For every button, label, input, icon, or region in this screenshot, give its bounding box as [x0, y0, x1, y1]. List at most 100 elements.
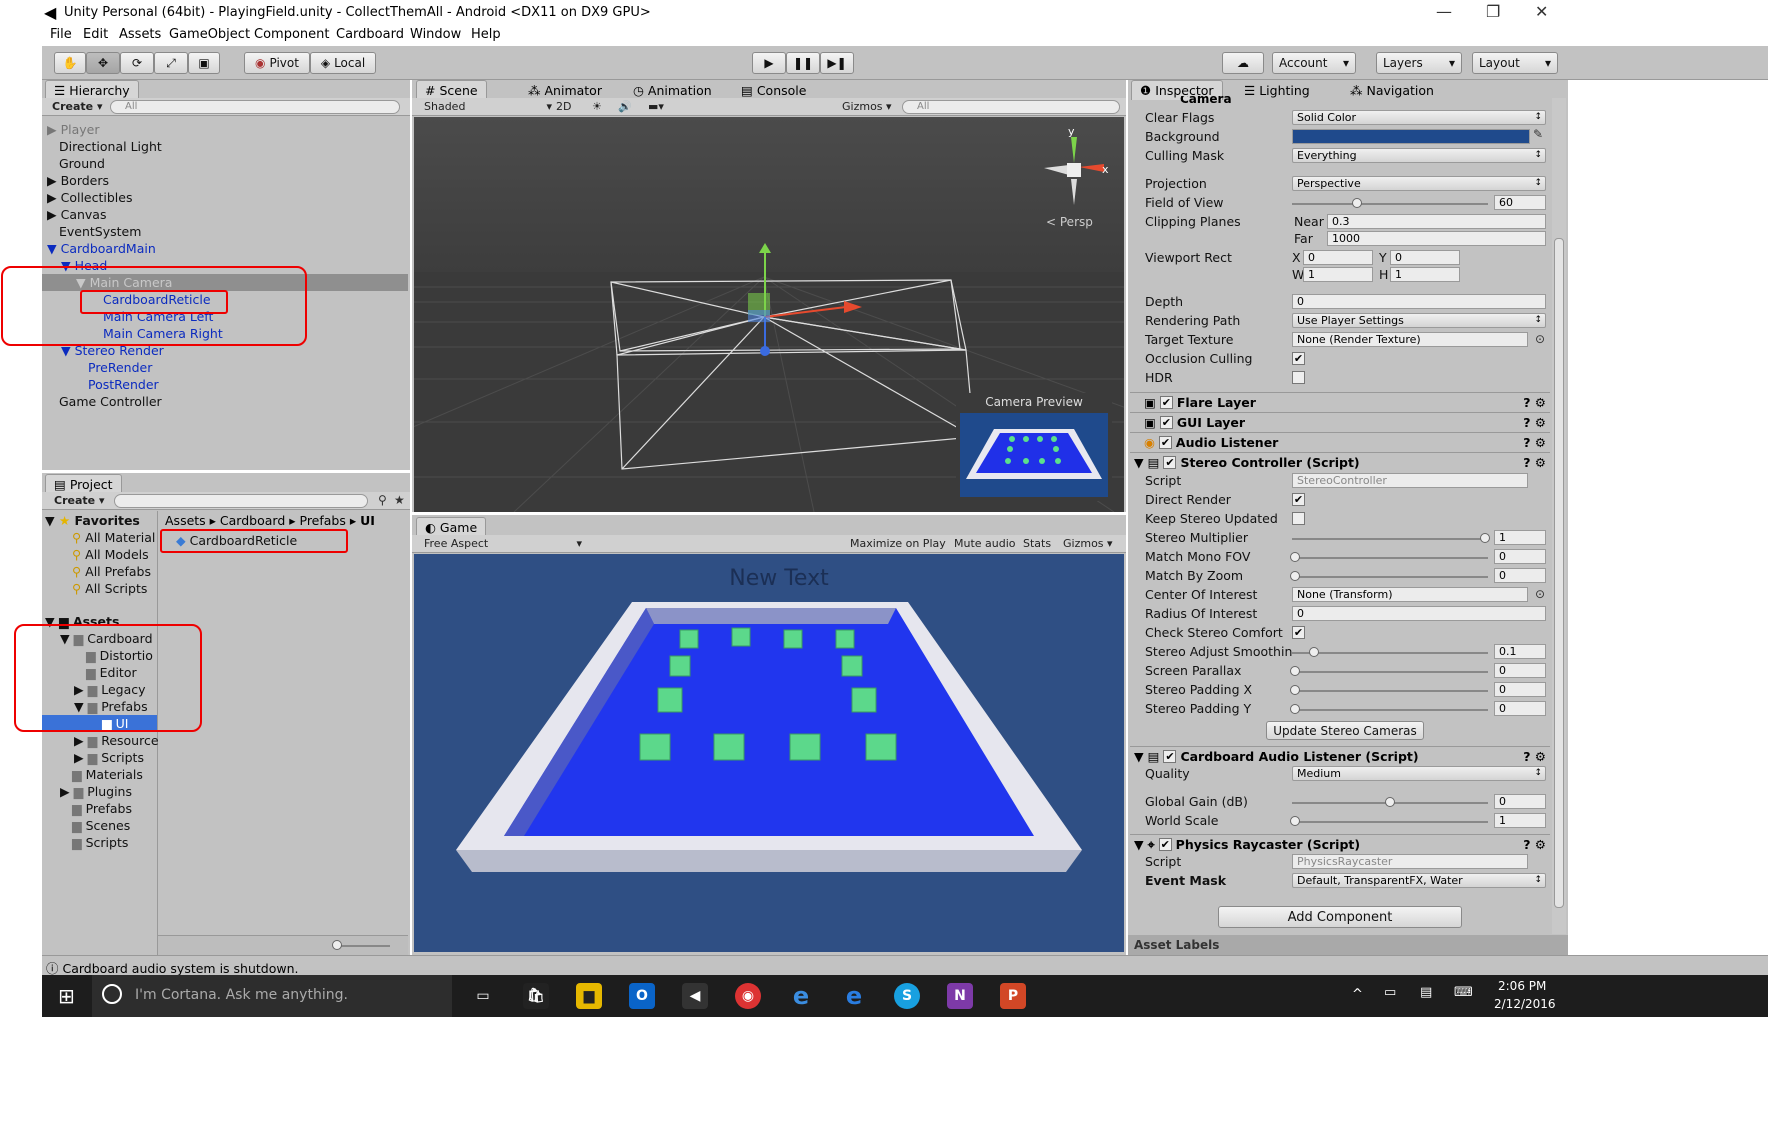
- tab-scene[interactable]: # Scene: [416, 80, 487, 100]
- folder-scripts-root[interactable]: ▆ Scripts: [72, 835, 128, 850]
- favorite-item[interactable]: ⚲ All Prefabs: [72, 564, 151, 579]
- gear-icon[interactable]: ? ⚙: [1523, 455, 1546, 470]
- internet-explorer-icon[interactable]: e: [788, 982, 814, 1010]
- physics-raycaster-checkbox[interactable]: ✔: [1158, 838, 1172, 851]
- menu-gameobject[interactable]: GameObject: [169, 27, 250, 42]
- near-input[interactable]: 0.3: [1327, 214, 1546, 229]
- direct-render-checkbox[interactable]: ✔: [1292, 493, 1305, 506]
- close-icon[interactable]: ✕: [1535, 2, 1548, 21]
- layout-dropdown[interactable]: Layout ▾: [1472, 52, 1558, 74]
- hierarchy-item-ground[interactable]: Ground: [59, 156, 105, 171]
- clear-flags-dropdown[interactable]: Solid Color: [1292, 110, 1546, 125]
- menu-edit[interactable]: Edit: [83, 27, 108, 42]
- viewport-y-input[interactable]: 0: [1390, 250, 1460, 265]
- file-explorer-icon[interactable]: ▆: [576, 983, 602, 1009]
- scene-gizmos-dropdown[interactable]: Gizmos ▾: [842, 100, 892, 113]
- physics-raycaster-header[interactable]: ▼ ⌖ ✔ Physics Raycaster (Script)? ⚙: [1130, 834, 1550, 854]
- unity-icon[interactable]: ◀: [682, 983, 708, 1009]
- inspector-scrollbar[interactable]: [1552, 98, 1566, 934]
- world-scale-slider[interactable]: [1290, 816, 1300, 826]
- check-stereo-comfort-checkbox[interactable]: ✔: [1292, 626, 1305, 639]
- occlusion-culling-checkbox[interactable]: ✔: [1292, 352, 1305, 365]
- tab-console[interactable]: ▤ Console: [733, 80, 814, 100]
- menu-help[interactable]: Help: [471, 27, 501, 42]
- folder-resources[interactable]: ▶ ▆ Resource: [74, 733, 159, 748]
- audio-toggle-icon[interactable]: 🔊: [618, 100, 632, 113]
- menu-file[interactable]: File: [50, 27, 72, 42]
- match-mono-fov-slider[interactable]: [1290, 552, 1300, 562]
- lighting-toggle-icon[interactable]: ☀: [592, 100, 602, 113]
- shading-mode-dropdown[interactable]: Shaded ▾: [424, 100, 554, 113]
- flare-layer-checkbox[interactable]: ✔: [1159, 396, 1173, 409]
- step-button[interactable]: ▶❚: [820, 52, 854, 74]
- viewport-w-input[interactable]: 1: [1303, 267, 1373, 282]
- hierarchy-item-borders[interactable]: ▶ Borders: [47, 173, 109, 188]
- stereo-adjust-smoothing-slider[interactable]: [1309, 647, 1319, 657]
- minimize-icon[interactable]: —: [1436, 2, 1452, 21]
- projection-label[interactable]: < Persp: [1046, 215, 1093, 229]
- mute-audio-toggle[interactable]: Mute audio: [954, 537, 1016, 550]
- cloud-icon[interactable]: ☁: [1222, 52, 1264, 74]
- object-picker-icon[interactable]: ⊙: [1535, 332, 1545, 346]
- local-button[interactable]: ◈ Local: [310, 52, 376, 74]
- notification-icon[interactable]: ▤: [1420, 985, 1432, 1000]
- center-of-interest-field[interactable]: None (Transform): [1292, 587, 1528, 602]
- hand-tool-icon[interactable]: ✋: [54, 52, 86, 74]
- stereo-padding-x-slider[interactable]: [1290, 685, 1300, 695]
- gear-icon[interactable]: ? ⚙: [1523, 415, 1546, 430]
- stereo-adjust-smoothing-input[interactable]: 0.1: [1494, 644, 1546, 659]
- gear-icon[interactable]: ? ⚙: [1523, 435, 1546, 450]
- clock-time[interactable]: 2:06 PM: [1498, 979, 1546, 993]
- gui-layer-checkbox[interactable]: ✔: [1159, 416, 1173, 429]
- background-color-field[interactable]: [1292, 129, 1530, 144]
- pause-button[interactable]: ❚❚: [786, 52, 820, 74]
- folder-plugins[interactable]: ▶ ▆ Plugins: [60, 784, 132, 799]
- screen-parallax-slider[interactable]: [1290, 666, 1300, 676]
- restore-icon[interactable]: ❐: [1486, 2, 1500, 21]
- hierarchy-item-prerender[interactable]: PreRender: [88, 360, 152, 375]
- cortana-search-box[interactable]: I'm Cortana. Ask me anything.: [92, 975, 452, 1017]
- folder-scenes[interactable]: ▆ Scenes: [72, 818, 130, 833]
- culling-mask-dropdown[interactable]: Everything: [1292, 148, 1546, 163]
- target-texture-field[interactable]: None (Render Texture): [1292, 332, 1528, 347]
- stereo-padding-x-input[interactable]: 0: [1494, 682, 1546, 697]
- folder-materials[interactable]: ▆ Materials: [72, 767, 143, 782]
- add-component-button[interactable]: Add Component: [1218, 906, 1462, 928]
- hdr-checkbox[interactable]: [1292, 371, 1305, 384]
- project-create-button[interactable]: Create ▾: [54, 494, 104, 507]
- stereo-padding-y-slider[interactable]: [1290, 704, 1300, 714]
- cardboard-audio-listener-header[interactable]: ▼ ▤ ✔ Cardboard Audio Listener (Script)? ⚙: [1130, 746, 1550, 766]
- fov-slider[interactable]: [1352, 198, 1362, 208]
- hierarchy-item-collectibles[interactable]: ▶ Collectibles: [47, 190, 132, 205]
- gui-layer-header[interactable]: ▣ ✔ GUI Layer? ⚙: [1130, 412, 1550, 432]
- far-input[interactable]: 1000: [1327, 231, 1546, 246]
- hierarchy-create-button[interactable]: Create ▾: [52, 100, 102, 113]
- rotate-tool-icon[interactable]: ⟳: [120, 52, 154, 74]
- hierarchy-item-player[interactable]: ▶ Player: [47, 122, 100, 137]
- update-stereo-cameras-button[interactable]: Update Stereo Cameras: [1266, 721, 1424, 740]
- battery-icon[interactable]: ▭: [1384, 985, 1396, 1000]
- stereo-padding-y-input[interactable]: 0: [1494, 701, 1546, 716]
- global-gain-input[interactable]: 0: [1494, 794, 1546, 809]
- quality-dropdown[interactable]: Medium: [1292, 766, 1546, 781]
- radius-of-interest-input[interactable]: 0: [1292, 606, 1546, 621]
- keep-stereo-updated-checkbox[interactable]: [1292, 512, 1305, 525]
- rendering-path-dropdown[interactable]: Use Player Settings: [1292, 313, 1546, 328]
- scene-viewport[interactable]: y x < Persp Camera Preview: [414, 117, 1124, 512]
- icon-size-slider[interactable]: [332, 940, 342, 950]
- tab-animator[interactable]: ⁂ Animator: [520, 80, 610, 100]
- powerpoint-icon[interactable]: P: [1000, 983, 1026, 1009]
- project-search-input[interactable]: [114, 494, 368, 508]
- viewport-h-input[interactable]: 1: [1390, 267, 1460, 282]
- menu-assets[interactable]: Assets: [119, 27, 161, 42]
- audio-listener-checkbox[interactable]: ✔: [1158, 436, 1172, 449]
- global-gain-slider[interactable]: [1385, 797, 1395, 807]
- scene-search-input[interactable]: All: [902, 100, 1120, 114]
- folder-scripts[interactable]: ▶ ▆ Scripts: [74, 750, 144, 765]
- screen-parallax-input[interactable]: 0: [1494, 663, 1546, 678]
- layers-dropdown[interactable]: Layers ▾: [1376, 52, 1462, 74]
- pivot-button[interactable]: ◉ Pivot: [244, 52, 310, 74]
- fov-input[interactable]: 60: [1494, 195, 1546, 210]
- cardboard-audio-listener-checkbox[interactable]: ✔: [1163, 750, 1177, 763]
- favorites-header[interactable]: ▼ ★ Favorites: [45, 513, 140, 528]
